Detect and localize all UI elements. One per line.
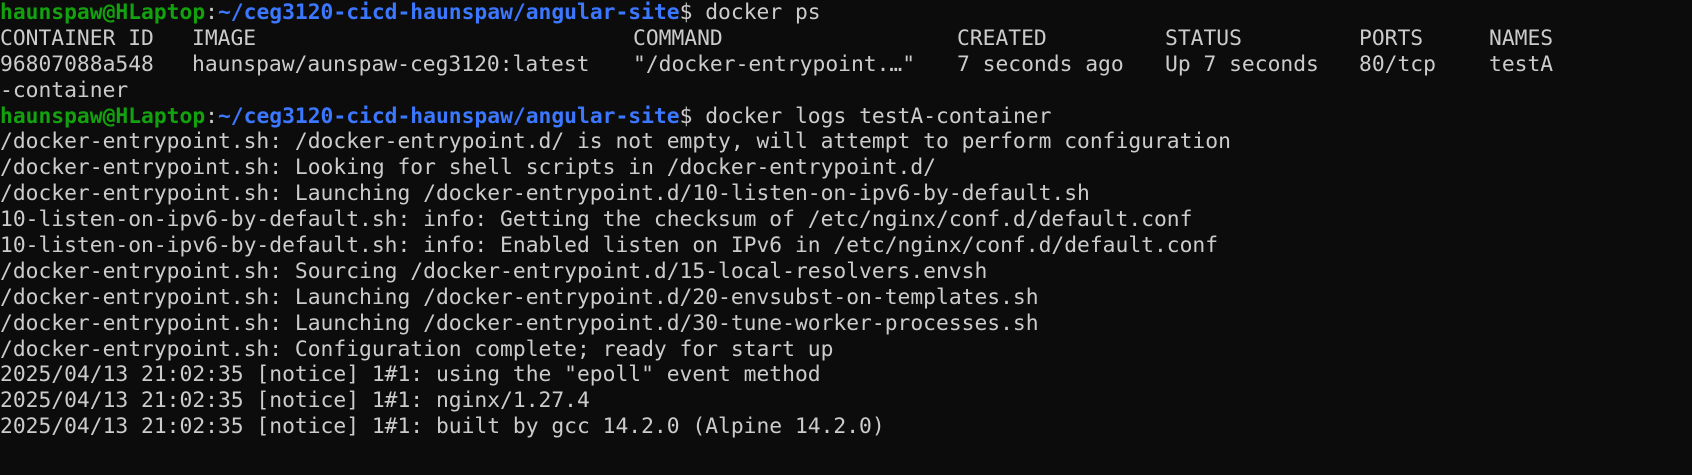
ps-header-row: CONTAINER ID IMAGE COMMAND CREATED STATUS POR…: [0, 26, 1692, 52]
log-line: /docker-entrypoint.sh: Launching /docker…: [0, 284, 1039, 310]
ps-header-names: NAMES: [1489, 25, 1554, 51]
ps-wrap-line: -container: [0, 77, 129, 103]
log-line: 2025/04/13 21:02:35 [notice] 1#1: nginx/…: [0, 388, 590, 414]
prompt-separator: :: [205, 103, 218, 129]
ps-cell-status: Up 7 seconds: [1165, 51, 1319, 77]
ps-header-image: IMAGE: [192, 25, 257, 51]
log-line: /docker-entrypoint.sh: Launching /docker…: [0, 310, 1039, 336]
log-line: /docker-entrypoint.sh: Launching /docker…: [0, 181, 1090, 207]
prompt-dollar: $: [679, 0, 693, 25]
log-line: /docker-entrypoint.sh: /docker-entrypoin…: [0, 129, 1231, 155]
prompt-dollar: $: [679, 103, 693, 129]
log-line: /docker-entrypoint.sh: Sourcing /docker-…: [0, 258, 988, 284]
terminal-window[interactable]: haunspaw@HLaptop:~/ceg3120-cicd-haunspaw…: [0, 0, 1692, 475]
ps-header-created: CREATED: [957, 25, 1047, 51]
log-line: 10-listen-on-ipv6-by-default.sh: info: E…: [0, 233, 1219, 259]
prompt-separator: :: [205, 0, 218, 25]
ps-data-row: 96807088a548 haunspaw/aunspaw-ceg3120:lat…: [0, 52, 1692, 78]
log-line: /docker-entrypoint.sh: Configuration com…: [0, 336, 834, 362]
prompt-user-host: haunspaw@HLaptop: [0, 0, 206, 25]
ps-cell-container-id: 96807088a548: [0, 51, 154, 77]
prompt-line-1: haunspaw@HLaptop:~/ceg3120-cicd-haunspaw…: [0, 0, 1692, 26]
ps-header-status: STATUS: [1165, 25, 1242, 51]
ps-cell-names: testA: [1489, 51, 1554, 77]
ps-cell-image: haunspaw/aunspaw-ceg3120:latest: [192, 51, 590, 77]
ps-header-command: COMMAND: [633, 25, 723, 51]
prompt-path: ~/ceg3120-cicd-haunspaw/angular-site: [217, 103, 680, 129]
ps-header-container-id: CONTAINER ID: [0, 25, 154, 51]
command-docker-logs: docker logs testA-container: [705, 103, 1052, 129]
ps-header-ports: PORTS: [1359, 25, 1424, 51]
ps-cell-ports: 80/tcp: [1359, 51, 1436, 77]
ps-cell-created: 7 seconds ago: [957, 51, 1124, 77]
command-docker-ps: docker ps: [705, 0, 821, 25]
log-line: /docker-entrypoint.sh: Looking for shell…: [0, 155, 936, 181]
log-line: 10-listen-on-ipv6-by-default.sh: info: G…: [0, 207, 1193, 233]
log-line: 2025/04/13 21:02:35 [notice] 1#1: built …: [0, 414, 885, 440]
ps-cell-command: "/docker-entrypoint.…": [633, 51, 916, 77]
log-line: 2025/04/13 21:02:35 [notice] 1#1: using …: [0, 362, 821, 388]
prompt-line-2: haunspaw@HLaptop:~/ceg3120-cicd-haunspaw…: [0, 104, 1692, 130]
prompt-path: ~/ceg3120-cicd-haunspaw/angular-site: [217, 0, 680, 25]
prompt-user-host: haunspaw@HLaptop: [0, 103, 206, 129]
